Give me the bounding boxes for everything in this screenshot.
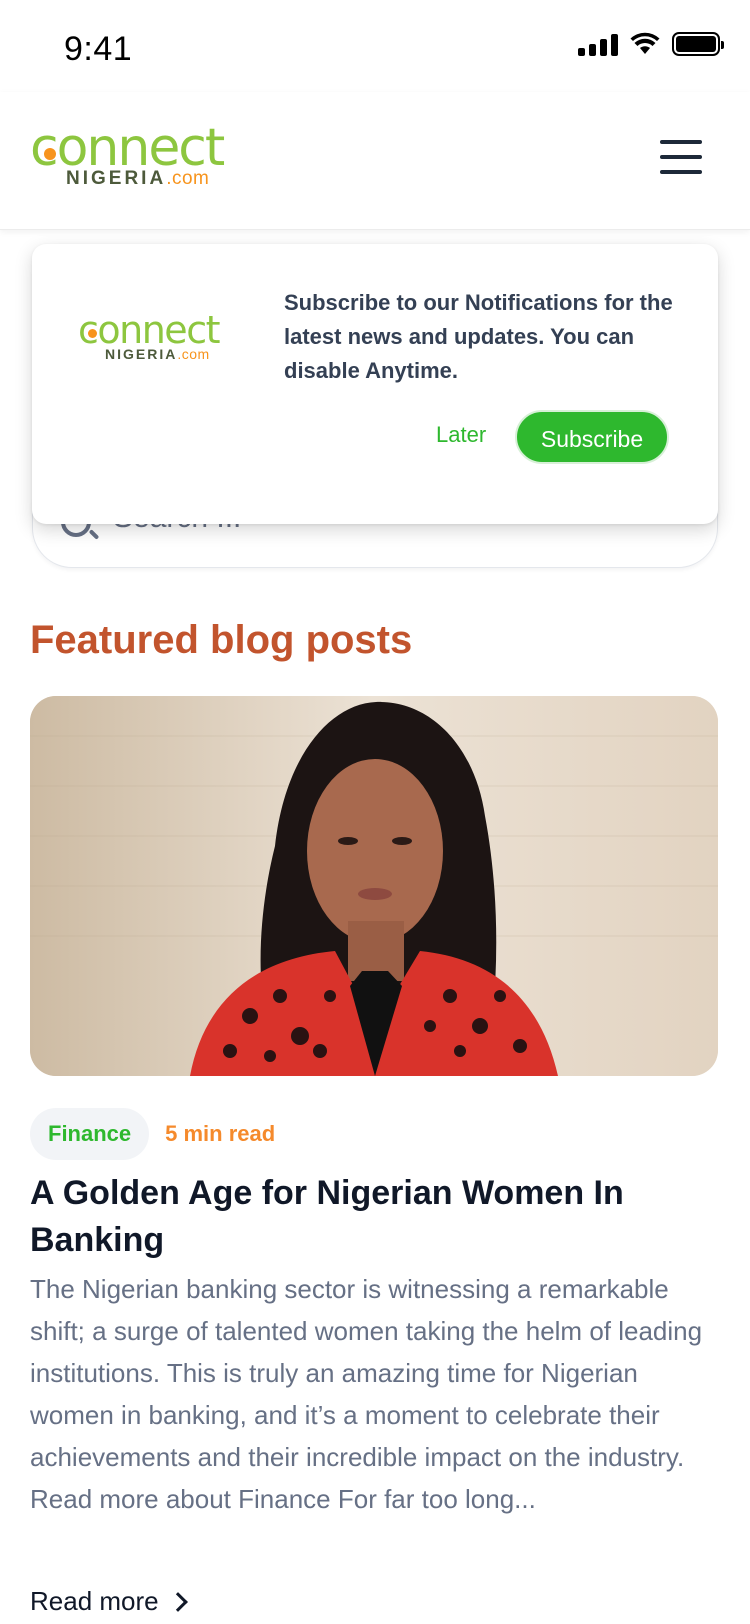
featured-post-image[interactable] bbox=[30, 696, 718, 1076]
popup-logo-dot bbox=[88, 329, 97, 338]
section-title: Featured blog posts bbox=[30, 618, 413, 662]
woman-portrait-image bbox=[30, 696, 718, 1076]
post-excerpt: The Nigerian banking sector is witnessin… bbox=[30, 1274, 703, 1514]
status-icons bbox=[578, 32, 724, 56]
post-title[interactable]: A Golden Age for Nigerian Women In Banki… bbox=[30, 1170, 720, 1264]
status-time: 9:41 bbox=[64, 30, 133, 68]
site-header: connect NIGERIA.com bbox=[0, 92, 750, 230]
read-more-label: Read more bbox=[30, 1586, 159, 1616]
popup-logo: connect NIGERIA.com bbox=[78, 310, 248, 370]
chevron-right-icon bbox=[167, 1591, 188, 1612]
category-badge[interactable]: Finance bbox=[30, 1108, 150, 1160]
popup-logo-wordmark: connect bbox=[78, 308, 220, 352]
read-time: 5 min read bbox=[165, 1121, 276, 1146]
subscribe-button[interactable]: Subscribe bbox=[515, 410, 669, 464]
post-meta: Finance 5 min read bbox=[30, 1108, 275, 1160]
read-more-link[interactable]: Read more bbox=[30, 1586, 188, 1617]
hamburger-menu-icon[interactable] bbox=[660, 140, 702, 174]
signal-icon bbox=[578, 32, 618, 56]
logo-subtitle: NIGERIA.com bbox=[66, 168, 210, 189]
popup-message: Subscribe to our Notifications for the l… bbox=[284, 290, 673, 383]
notification-popup: connect NIGERIA.com Subscribe to our Not… bbox=[32, 244, 718, 524]
site-logo[interactable]: connect NIGERIA.com bbox=[30, 122, 260, 192]
status-bar: 9:41 bbox=[0, 0, 750, 92]
wifi-icon bbox=[630, 32, 660, 54]
logo-dot bbox=[44, 148, 56, 160]
popup-logo-subtitle: NIGERIA.com bbox=[105, 346, 210, 362]
later-button[interactable]: Later bbox=[436, 422, 486, 448]
logo-wordmark: connect bbox=[30, 118, 225, 178]
battery-icon bbox=[672, 32, 724, 56]
